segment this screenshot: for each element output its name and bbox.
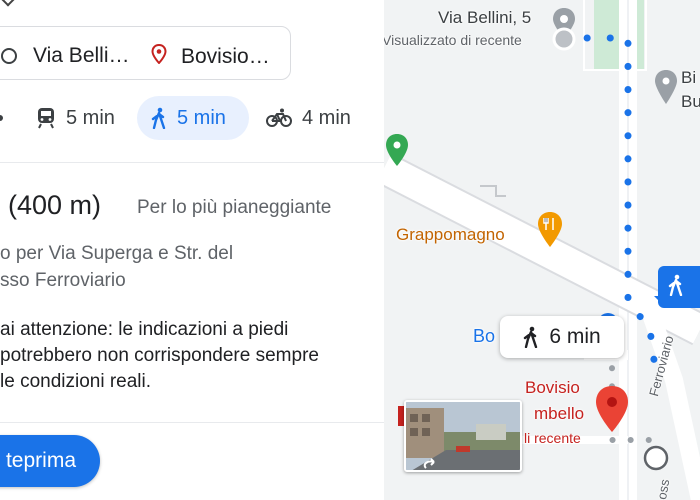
origin-label: Via Belli… <box>33 44 130 67</box>
street-view-thumbnail[interactable] <box>404 400 522 472</box>
tab-transit[interactable]: 5 min <box>36 96 115 140</box>
map-label-bu: Bu <box>681 92 700 111</box>
map-canvas[interactable]: Via Bellini, 5 Visualizzato di recente B… <box>384 0 700 500</box>
map-label-bellini[interactable]: Via Bellini, 5 <box>438 8 531 28</box>
route-distance: (400 m) <box>8 190 102 220</box>
walking-warning: ai attenzione: le indicazioni a piedi po… <box>0 319 319 392</box>
train-icon <box>36 107 56 129</box>
map-label-bovisio[interactable]: Bovisio <box>525 378 580 398</box>
walk-time-chip[interactable]: 6 min <box>500 316 624 358</box>
tab-cycling[interactable]: 4 min <box>266 96 351 140</box>
divider <box>0 162 384 163</box>
route-chip-pointer <box>654 296 666 308</box>
walk-icon <box>151 107 167 129</box>
divider-bottom <box>0 422 384 423</box>
map-label-masciago[interactable]: mbello <box>534 404 584 424</box>
destination-pin-icon <box>151 43 167 70</box>
destination-field[interactable]: Bovisio… <box>151 43 270 70</box>
tab-walking[interactable]: 5 min <box>137 96 249 140</box>
origin-circle-icon <box>1 48 17 64</box>
transit-time: 5 min <box>66 106 115 129</box>
origin-field[interactable]: Via Belli… <box>1 44 130 68</box>
directions-panel: Via Belli… Bovisio… 5 min 5 min 4 min (4… <box>0 0 384 500</box>
destination-label: Bovisio… <box>181 45 270 68</box>
walk-time: 5 min <box>177 106 226 129</box>
terrain-note: Per lo più pianeggiante <box>137 197 332 218</box>
route-via: o per Via Superga e Str. del sso Ferrovi… <box>0 243 234 291</box>
bike-icon <box>266 108 292 128</box>
walk-icon <box>523 326 539 348</box>
map-label-grappomagno[interactable]: Grappomagno <box>396 225 505 245</box>
walk-icon <box>668 274 684 301</box>
map-label-bi[interactable]: Bi <box>681 68 696 88</box>
walk-chip-time: 6 min <box>549 325 601 348</box>
route-waypoints-box[interactable]: Via Belli… Bovisio… <box>0 26 291 80</box>
collapse-chevron-icon[interactable] <box>0 0 17 7</box>
map-label-viewed-recently: Visualizzato di recente <box>384 32 522 48</box>
street-view-image <box>406 402 520 470</box>
map-label-recent: li recente <box>524 430 581 446</box>
preview-button[interactable]: teprima <box>0 435 100 487</box>
travel-mode-tabs: 5 min 5 min 4 min <box>0 96 384 142</box>
bike-time: 4 min <box>302 106 351 129</box>
map-label-bo[interactable]: Bo <box>473 326 495 347</box>
